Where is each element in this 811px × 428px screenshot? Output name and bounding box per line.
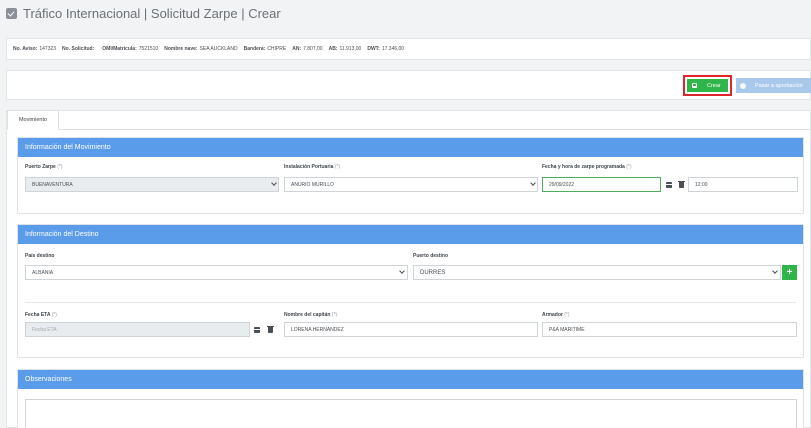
info-label-ab: AB: bbox=[328, 46, 338, 52]
info-value-nave: SEA AUCKLAND bbox=[199, 46, 238, 52]
card-movimiento-title: Información del Movimiento bbox=[18, 138, 803, 157]
crear-button[interactable]: Crear bbox=[687, 79, 728, 92]
fecha-zarpe-input[interactable]: 29/09/2022 bbox=[542, 177, 661, 192]
info-value-an: 7.807,00 bbox=[303, 46, 323, 52]
vessel-info-bar: No. Aviso: 147323 No. Solicitud: OMI/Matr… bbox=[6, 38, 811, 60]
page-header: Tráfico Internacional | Solicitud Zarpe … bbox=[0, 0, 811, 26]
section-divider bbox=[25, 302, 796, 303]
tab-movimiento[interactable]: Movimiento bbox=[7, 110, 59, 130]
puerto-zarpe-select[interactable]: BUENAVENTURA bbox=[25, 177, 279, 192]
chevron-down-icon bbox=[399, 269, 405, 275]
puerto-zarpe-label: Puerto Zarpe (*) bbox=[25, 164, 63, 170]
tab-movimiento-label: Movimiento bbox=[18, 117, 48, 123]
calendar-icon[interactable] bbox=[254, 327, 260, 333]
fecha-zarpe-label: Fecha y hora de zarpe programada (*) bbox=[542, 164, 632, 170]
instalacion-label: Instalación Portuaria (*) bbox=[284, 164, 341, 170]
info-value-bandera: CHIPRE bbox=[267, 46, 287, 52]
page-title: Tráfico Internacional | Solicitud Zarpe … bbox=[23, 5, 281, 21]
armador-input[interactable]: P&A MARITIME bbox=[542, 322, 797, 337]
trash-icon[interactable] bbox=[678, 180, 685, 188]
pasar-aprobacion-button[interactable]: Pasar a aprobación bbox=[736, 78, 811, 93]
info-value-ab: 11.913,00 bbox=[339, 46, 362, 52]
card-movimiento: Información del Movimiento Puerto Zarpe … bbox=[17, 137, 804, 214]
plus-icon: + bbox=[786, 267, 793, 278]
check-square-icon bbox=[6, 7, 17, 19]
info-value-dwt: 17.346,00 bbox=[381, 46, 405, 52]
instalacion-select[interactable]: ANURIO MURILLO bbox=[284, 177, 538, 192]
fecha-eta-input[interactable]: Fecha ETA bbox=[25, 322, 250, 337]
arrow-circle-icon bbox=[740, 82, 746, 89]
chevron-down-icon bbox=[772, 269, 778, 275]
puerto-destino-label: Puerto destino bbox=[413, 253, 449, 259]
info-label-dwt: DWT: bbox=[367, 46, 380, 52]
crear-button-highlight: Crear bbox=[683, 75, 732, 96]
info-label-omi: OMI/Matrícula: bbox=[102, 46, 137, 52]
main-panel: Movimiento Información del Movimiento Pu… bbox=[6, 110, 811, 428]
info-value-omi: 7521510 bbox=[138, 46, 159, 52]
chevron-down-icon bbox=[530, 181, 536, 187]
card-destino: Información del Destino País destino ALB… bbox=[17, 224, 804, 358]
pais-destino-select[interactable]: ALBANIA bbox=[25, 265, 408, 280]
capitan-input[interactable]: LORENA HERNANDEZ bbox=[284, 322, 538, 337]
pasar-aprobacion-label: Pasar a aprobación bbox=[755, 82, 803, 89]
info-label-an: AN: bbox=[292, 46, 302, 52]
hora-zarpe-input[interactable]: 12:00 bbox=[688, 177, 798, 192]
trash-icon[interactable] bbox=[267, 325, 274, 333]
calendar-icon[interactable] bbox=[666, 182, 672, 188]
capitan-label: Nombre del capitán (*) bbox=[284, 312, 338, 318]
add-puerto-button[interactable]: + bbox=[782, 265, 797, 280]
info-label-nave: Nombre nave: bbox=[164, 46, 198, 52]
armador-label: Armador (*) bbox=[542, 312, 570, 318]
pais-destino-label: País destino bbox=[25, 253, 55, 259]
chevron-down-icon bbox=[271, 181, 277, 187]
observaciones-textarea[interactable] bbox=[25, 399, 797, 428]
save-icon bbox=[692, 83, 697, 88]
crear-button-label: Crear bbox=[707, 82, 721, 89]
info-label-bandera: Bandera: bbox=[243, 46, 266, 52]
card-destino-title: Información del Destino bbox=[18, 225, 803, 244]
card-observaciones: Observaciones bbox=[17, 369, 804, 428]
info-label-solicitud: No. Solicitud: bbox=[62, 46, 95, 52]
tab-divider bbox=[59, 129, 810, 130]
info-label-aviso: No. Aviso: bbox=[13, 46, 38, 52]
fecha-eta-label: Fecha ETA (*) bbox=[25, 312, 57, 318]
info-value-aviso: 147323 bbox=[39, 46, 57, 52]
actions-bar: Crear Pasar a aprobación bbox=[6, 70, 811, 100]
puerto-destino-select[interactable]: DURRES bbox=[413, 265, 781, 280]
card-observaciones-title: Observaciones bbox=[18, 370, 803, 389]
